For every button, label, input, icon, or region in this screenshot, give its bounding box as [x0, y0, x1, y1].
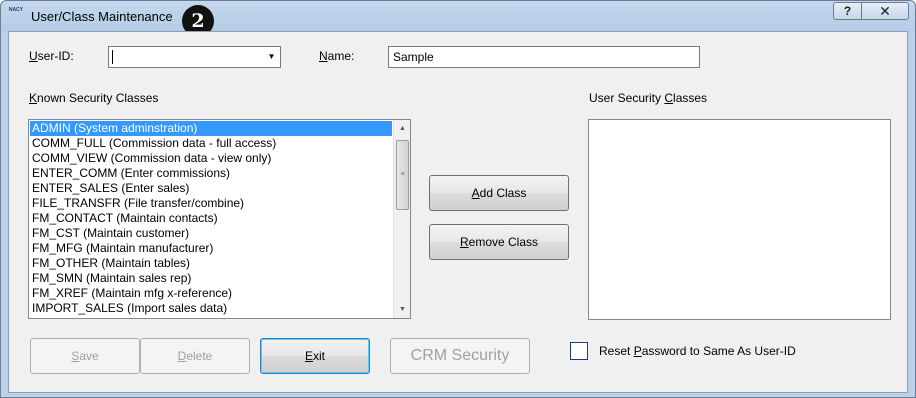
name-input[interactable]: Sample [388, 46, 700, 68]
close-button[interactable]: ✕ [861, 2, 909, 20]
list-item[interactable]: FM_SMN (Maintain sales rep) [30, 271, 392, 286]
window-title: User/Class Maintenance [31, 9, 173, 24]
known-classes-items: ADMIN (System adminstration) COMM_FULL (C… [30, 121, 392, 316]
user-id-combobox[interactable]: ▼ [108, 46, 281, 68]
known-classes-label-mnemonic: K [29, 91, 38, 105]
reset-password-checkbox[interactable] [570, 342, 588, 360]
title-bar[interactable]: NACY User/Class Maintenance 2 ? ✕ [1, 1, 915, 37]
delete-rest: elete [186, 349, 213, 363]
reset-password-label-text: Reset Password to Same As User-ID [599, 344, 796, 358]
remove-class-button[interactable]: Remove Class [429, 224, 569, 260]
list-item[interactable]: FM_CST (Maintain customer) [30, 226, 392, 241]
save-rest: ave [79, 349, 99, 363]
list-item[interactable]: FM_CONTACT (Maintain contacts) [30, 211, 392, 226]
add-class-rest: dd Class [479, 186, 527, 200]
list-item[interactable]: COMM_FULL (Commission data - full access… [30, 136, 392, 151]
list-item[interactable]: COMM_VIEW (Commission data - view only) [30, 151, 392, 166]
dialog-body: User-ID: ▼ Name: Sample Known Security C… [8, 31, 908, 393]
known-classes-scrollbar[interactable]: ▲ ≡ ▼ [393, 120, 410, 318]
help-button[interactable]: ? [833, 2, 862, 20]
remove-class-mnemonic: R [459, 235, 469, 249]
known-classes-listbox[interactable]: ADMIN (System adminstration) COMM_FULL (C… [28, 119, 411, 319]
user-class-maintenance-window: NACY User/Class Maintenance 2 ? ✕ User-I… [0, 0, 916, 398]
add-class-mnemonic: A [471, 186, 480, 200]
user-classes-label-text: User Security Classes [589, 91, 708, 105]
exit-button[interactable]: Exit [260, 338, 370, 374]
list-item[interactable]: ENTER_COMM (Enter commissions) [30, 166, 392, 181]
exit-mnemonic: E [304, 349, 313, 363]
list-item[interactable]: FILE_TRANSFR (File transfer/combine) [30, 196, 392, 211]
list-item[interactable]: ADMIN (System adminstration) [30, 121, 392, 136]
reset-password-label[interactable]: Reset Password to Same As User-ID [599, 344, 796, 358]
delete-mnemonic: D [177, 349, 187, 363]
user-id-label-rest: ser-ID: [37, 49, 74, 63]
known-classes-label-rest: nown Security Classes [37, 91, 159, 105]
list-item[interactable]: FM_XREF (Maintain mfg x-reference) [30, 286, 392, 301]
close-icon: ✕ [879, 3, 891, 19]
help-icon: ? [843, 4, 852, 18]
scrollbar-thumb[interactable]: ≡ [396, 140, 409, 210]
name-label-mnemonic: N [319, 49, 328, 63]
list-item[interactable]: ENTER_SALES (Enter sales) [30, 181, 392, 196]
save-button[interactable]: Save [30, 338, 140, 374]
known-classes-label: Known Security Classes [29, 91, 158, 105]
app-logo-icon: NACY [8, 7, 24, 13]
chevron-down-icon[interactable]: ▼ [394, 301, 410, 318]
list-item[interactable]: IMPORT_SALES (Import sales data) [30, 301, 392, 316]
chevron-down-icon[interactable]: ▼ [263, 47, 280, 67]
user-id-label: User-ID: [29, 49, 74, 63]
crm-security-button[interactable]: CRM Security [390, 338, 530, 374]
text-caret [112, 50, 113, 64]
user-classes-listbox[interactable] [588, 119, 891, 320]
user-id-label-mnemonic: U [29, 49, 38, 63]
name-label-rest: ame: [327, 49, 355, 63]
remove-class-rest: emove Class [468, 235, 539, 249]
list-item[interactable]: FM_MFG (Maintain manufacturer) [30, 241, 392, 256]
exit-rest: xit [313, 349, 325, 363]
list-item[interactable]: FM_OTHER (Maintain tables) [30, 256, 392, 271]
name-label: Name: [319, 49, 354, 63]
delete-button[interactable]: Delete [140, 338, 250, 374]
user-classes-label: User Security Classes [589, 91, 707, 105]
chevron-up-icon[interactable]: ▲ [394, 120, 410, 137]
add-class-button[interactable]: Add Class [429, 175, 569, 211]
